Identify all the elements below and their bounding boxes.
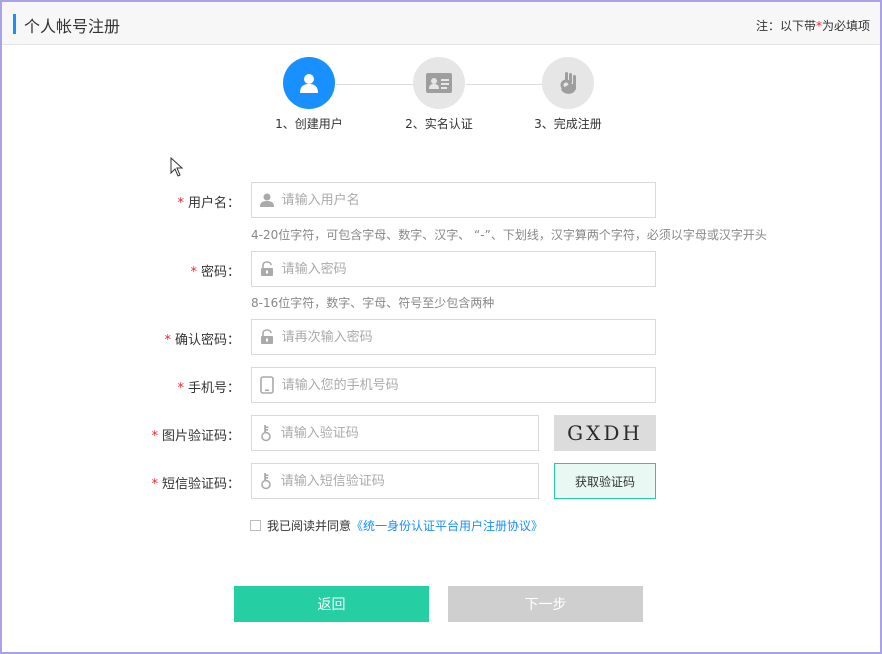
user-icon [252, 192, 282, 208]
sms-code-label-text: 短信验证码： [161, 477, 240, 492]
password-hint: 8-16位字符，数字、字母、符号至少包含两种 [251, 296, 495, 310]
captcha-image[interactable]: GXDH [554, 415, 656, 451]
key-icon [252, 424, 281, 442]
password-label-text: 密码： [200, 265, 240, 280]
key-icon [252, 472, 281, 490]
mouse-cursor-icon [170, 157, 184, 177]
page-header: 个人帐号注册 注：以下带*为必填项 [2, 2, 880, 45]
required-note-prefix: 注：以下带 [755, 19, 816, 33]
agreement-checkbox[interactable] [250, 520, 261, 531]
username-hint: 4-20位字符，可包含字母、数字、汉字、 “-”、下划线，汉字算两个字符，必须以… [251, 228, 767, 242]
confirm-password-label: * 确认密码： [0, 329, 240, 348]
username-label-text: 用户名： [187, 196, 240, 211]
phone-label: * 手机号： [0, 377, 240, 396]
step-label: 3、完成注册 [534, 117, 602, 131]
lock-icon [252, 261, 282, 277]
phone-input[interactable] [281, 368, 655, 402]
required-star: * [164, 333, 171, 348]
sms-code-field[interactable] [251, 463, 539, 499]
step-circle-active [283, 57, 335, 109]
confirm-password-field[interactable] [251, 319, 656, 355]
id-card-icon [426, 73, 452, 93]
get-sms-code-button[interactable]: 获取验证码 [554, 463, 656, 499]
back-button[interactable]: 返回 [234, 586, 429, 622]
confirm-password-input[interactable] [281, 320, 655, 354]
password-input[interactable] [281, 252, 655, 286]
password-field[interactable] [251, 251, 656, 287]
image-code-label-text: 图片验证码： [161, 429, 240, 444]
lock-icon [252, 329, 282, 345]
step-circle [413, 57, 465, 109]
step-label: 2、实名认证 [405, 117, 473, 131]
step-complete: 3、完成注册 [513, 57, 623, 132]
image-code-field[interactable] [251, 415, 539, 451]
progress-steps: 1、创建用户 2、实名认证 3、完成注册 [0, 57, 882, 137]
password-label: * 密码： [0, 261, 240, 280]
agreement-row: 我已阅读并同意 《统一身份认证平台用户注册协议》 [250, 517, 543, 534]
step-circle [542, 57, 594, 109]
username-field[interactable] [251, 182, 656, 218]
sms-code-input[interactable] [280, 464, 538, 498]
mobile-phone-icon [252, 376, 282, 394]
header-accent-bar [13, 14, 16, 34]
step-create-user: 1、创建用户 [254, 57, 364, 132]
image-code-input[interactable] [280, 416, 538, 450]
required-star: * [190, 265, 197, 280]
image-code-label: * 图片验证码： [0, 425, 240, 444]
sms-code-label: * 短信验证码： [0, 473, 240, 492]
ok-hand-icon [560, 72, 576, 94]
required-star: * [177, 381, 184, 396]
user-icon [300, 74, 318, 93]
required-note: 注：以下带*为必填项 [756, 17, 870, 34]
agreement-link[interactable]: 《统一身份认证平台用户注册协议》 [351, 517, 543, 534]
agreement-text: 我已阅读并同意 [267, 519, 352, 533]
confirm-password-label-text: 确认密码： [174, 333, 240, 348]
required-note-suffix: 为必填项 [821, 19, 870, 33]
page-title: 个人帐号注册 [24, 17, 121, 36]
next-step-button[interactable]: 下一步 [448, 586, 643, 622]
required-star: * [177, 196, 184, 211]
step-real-name: 2、实名认证 [384, 57, 494, 132]
required-star: * [151, 477, 158, 492]
required-star: * [151, 429, 158, 444]
phone-label-text: 手机号： [187, 381, 240, 396]
username-label: * 用户名： [0, 192, 240, 211]
step-label: 1、创建用户 [275, 117, 343, 131]
phone-field[interactable] [251, 367, 656, 403]
username-input[interactable] [281, 183, 655, 217]
